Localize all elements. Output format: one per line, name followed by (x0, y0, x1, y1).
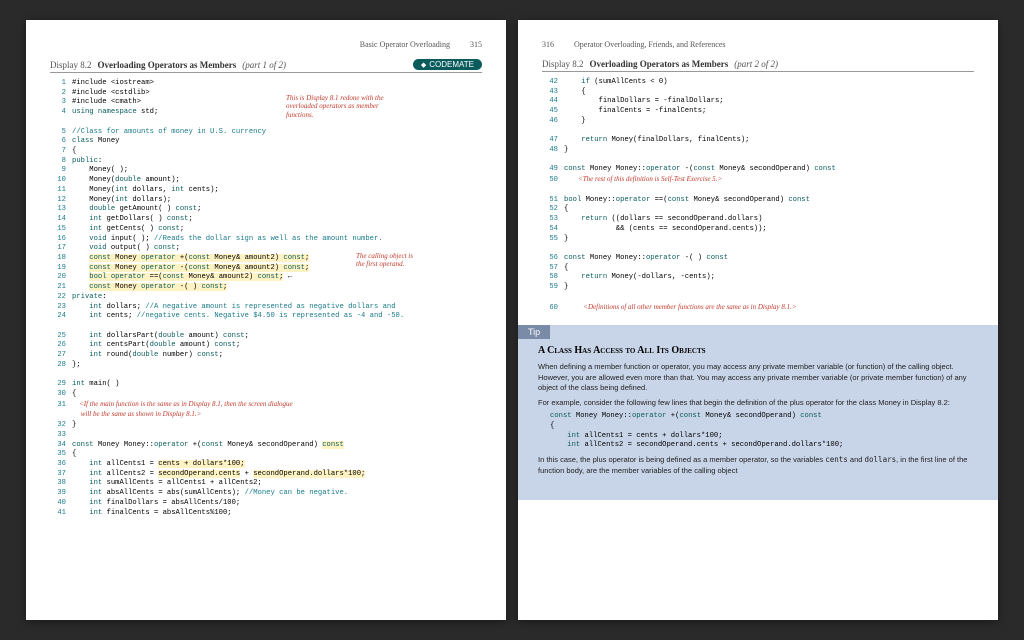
page-left: Basic Operator Overloading 315 Display 8… (26, 20, 506, 620)
tip-tab: Tip (518, 325, 550, 339)
display-title-bar: Display 8.2 Overloading Operators as Mem… (542, 59, 974, 72)
codemate-badge: CODEMATE (413, 59, 482, 70)
display-part: (part 1 of 2) (242, 60, 286, 70)
tip-paragraph: When defining a member function or opera… (538, 362, 978, 394)
display-number: Display 8.2 (542, 59, 584, 69)
tip-title: A Class Has Access to All Its Objects (538, 341, 978, 356)
annotation-redone: This is Display 8.1 redone with the over… (286, 94, 384, 119)
display-part: (part 2 of 2) (734, 59, 778, 69)
tip-box: Tip A Class Has Access to All Its Object… (518, 325, 998, 500)
header-section: Basic Operator Overloading (360, 40, 450, 49)
header-page-number: 316 (542, 40, 554, 49)
tip-paragraph: In this case, the plus operator is being… (538, 455, 978, 476)
code-listing-left: 1#include <iostream> 2#include <cstdlib>… (50, 79, 482, 518)
running-header-left: Basic Operator Overloading 315 (50, 40, 482, 49)
header-page-number: 315 (470, 40, 482, 49)
page-spread: Basic Operator Overloading 315 Display 8… (26, 20, 998, 620)
header-section: Operator Overloading, Friends, and Refer… (574, 40, 726, 49)
code-listing-right: 42 if (sumAllCents < 0) 43 { 44 finalDol… (542, 78, 974, 313)
page-right: 316 Operator Overloading, Friends, and R… (518, 20, 998, 620)
display-title: Overloading Operators as Members (590, 59, 729, 69)
running-header-right: 316 Operator Overloading, Friends, and R… (542, 40, 974, 49)
tip-paragraph: For example, consider the following few … (538, 398, 978, 409)
display-number: Display 8.2 (50, 60, 92, 70)
tip-code: const Money Money::operator +(const Mone… (550, 412, 978, 451)
annotation-calling-object: The calling object is the first operand. (356, 252, 413, 269)
display-title-bar: Display 8.2 Overloading Operators as Mem… (50, 59, 482, 73)
display-title: Overloading Operators as Members (98, 60, 237, 70)
